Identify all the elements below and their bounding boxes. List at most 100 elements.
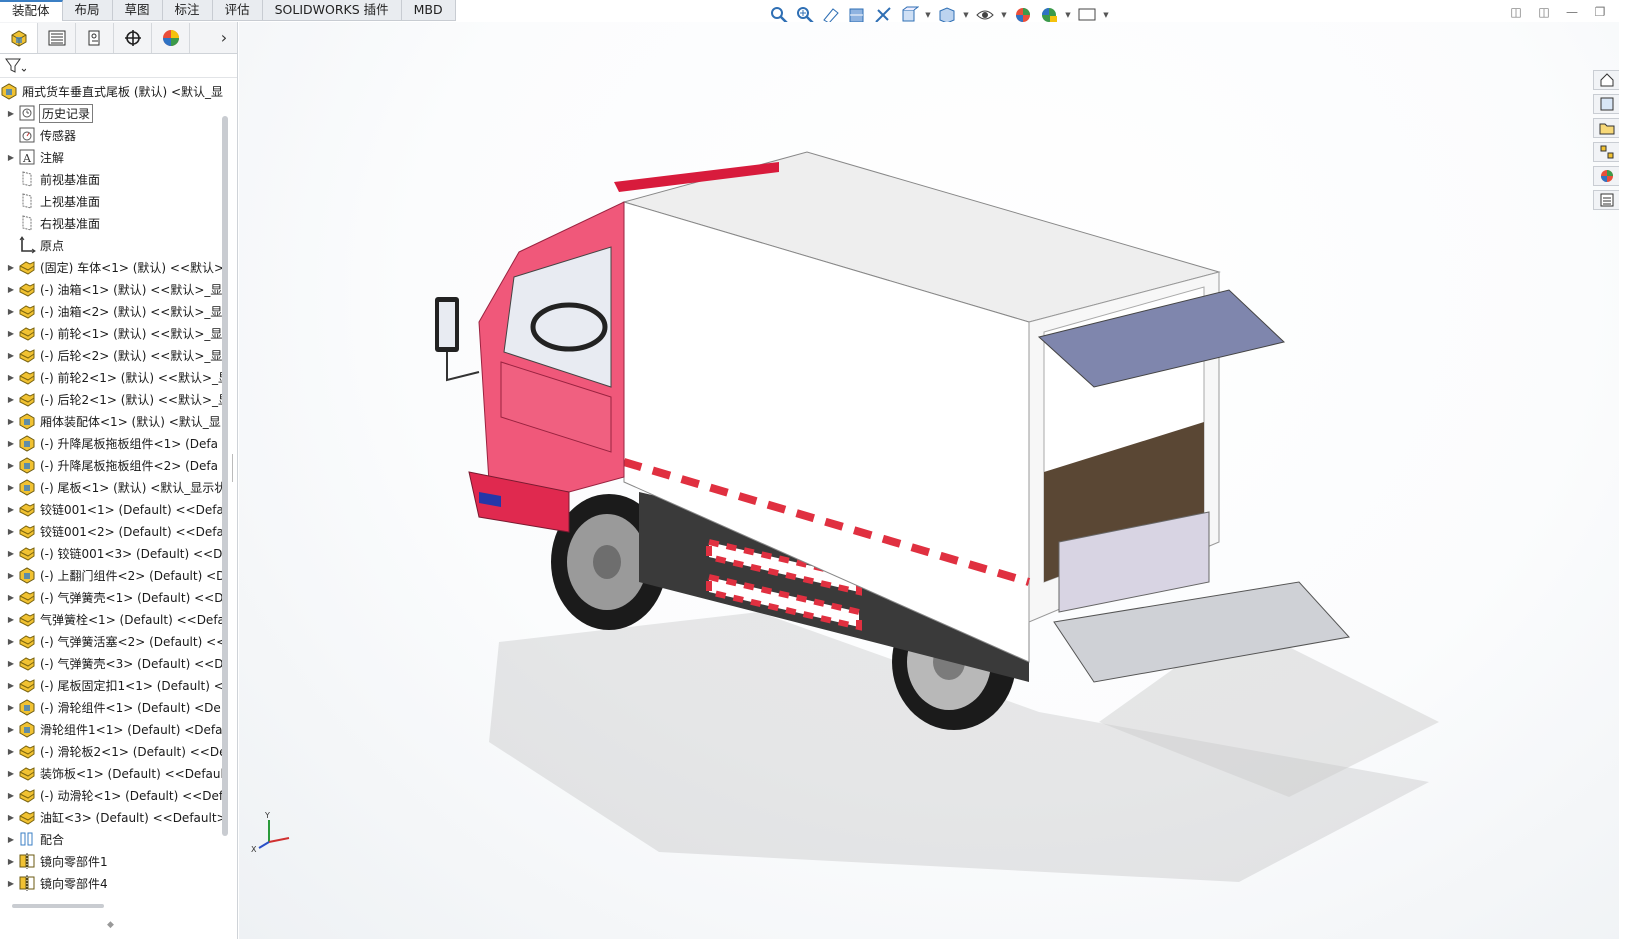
tree-item[interactable]: ▶ 油缸<3> (Default) <<Default> bbox=[0, 806, 226, 828]
expand-arrow-icon[interactable]: ▶ bbox=[4, 307, 18, 316]
tree-item[interactable]: 右视基准面 bbox=[0, 212, 226, 234]
expand-arrow-icon[interactable]: ▶ bbox=[4, 769, 18, 778]
tree-item[interactable]: ▶ 镜向零部件4 bbox=[0, 872, 226, 894]
configurationmanager-tab[interactable] bbox=[76, 22, 114, 53]
tree-item[interactable]: 传感器 bbox=[0, 124, 226, 146]
featuremanager-tab[interactable] bbox=[0, 22, 38, 53]
expand-arrow-icon[interactable]: ▶ bbox=[4, 395, 18, 404]
tree-item[interactable]: ▶ (-) 滑轮板2<1> (Default) <<De bbox=[0, 740, 226, 762]
tree-item[interactable]: ▶ (-) 后轮2<1> (默认) <<默认>_显 bbox=[0, 388, 226, 410]
expand-arrow-icon[interactable]: ▶ bbox=[4, 373, 18, 382]
tab-6[interactable]: MBD bbox=[402, 0, 456, 21]
expand-arrow-icon[interactable]: ▶ bbox=[4, 483, 18, 492]
tree-item[interactable]: ▶ (-) 油箱<1> (默认) <<默认>_显 bbox=[0, 278, 226, 300]
expand-arrow-icon[interactable]: ▶ bbox=[4, 615, 18, 624]
dimxpertmanager-tab[interactable] bbox=[114, 22, 152, 53]
tab-2[interactable]: 草图 bbox=[113, 0, 163, 21]
tree-item[interactable]: ▶ 气弹簧栓<1> (Default) <<Defa bbox=[0, 608, 226, 630]
expand-arrow-icon[interactable]: ▶ bbox=[4, 571, 18, 580]
view-palette-icon[interactable] bbox=[1593, 142, 1619, 162]
expand-arrow-icon[interactable]: ▶ bbox=[4, 329, 18, 338]
tree-item[interactable]: ▶ (-) 上翻门组件<2> (Default) <D bbox=[0, 564, 226, 586]
tree-item[interactable]: ▶ (-) 后轮<2> (默认) <<默认>_显 bbox=[0, 344, 226, 366]
panel-resize-handle[interactable]: ◆ bbox=[107, 920, 114, 930]
expand-arrow-icon[interactable]: ▶ bbox=[4, 153, 18, 162]
tile-left-icon[interactable]: ◫ bbox=[1508, 4, 1524, 20]
appearances-icon[interactable] bbox=[1593, 166, 1619, 186]
expand-arrow-icon[interactable]: ▶ bbox=[4, 857, 18, 866]
tree-item[interactable]: 原点 bbox=[0, 234, 226, 256]
expand-arrow-icon[interactable]: ▶ bbox=[4, 659, 18, 668]
tree-item[interactable]: ▶ 滑轮组件1<1> (Default) <Defa bbox=[0, 718, 226, 740]
tree-item[interactable]: 前视基准面 bbox=[0, 168, 226, 190]
propertymanager-tab[interactable] bbox=[38, 22, 76, 53]
expand-arrow-icon[interactable]: ▶ bbox=[4, 747, 18, 756]
expand-arrow-icon[interactable]: ▶ bbox=[4, 461, 18, 470]
panel-splitter[interactable] bbox=[232, 454, 238, 482]
solidworks-resources-icon[interactable] bbox=[1593, 70, 1619, 90]
tree-item[interactable]: ▶ 装饰板<1> (Default) <<Defaul bbox=[0, 762, 226, 784]
tree-item[interactable]: ▶ (-) 气弹簧壳<3> (Default) <<D bbox=[0, 652, 226, 674]
tab-5[interactable]: SOLIDWORKS 插件 bbox=[263, 0, 402, 21]
expand-arrow-icon[interactable]: ▶ bbox=[4, 725, 18, 734]
restore-icon[interactable]: ❐ bbox=[1592, 4, 1608, 20]
expand-arrow-icon[interactable]: ▶ bbox=[4, 835, 18, 844]
custom-properties-icon[interactable] bbox=[1593, 190, 1619, 210]
minimize-icon[interactable]: — bbox=[1564, 4, 1580, 20]
tree-item[interactable]: ▶ (-) 气弹簧活塞<2> (Default) << bbox=[0, 630, 226, 652]
file-explorer-icon[interactable] bbox=[1593, 118, 1619, 138]
tree-item[interactable]: ▶ (-) 升降尾板拖板组件<1> (Defa bbox=[0, 432, 226, 454]
tile-right-icon[interactable]: ◫ bbox=[1536, 4, 1552, 20]
tree-horizontal-scrollbar[interactable] bbox=[12, 904, 104, 908]
tree-root-assembly[interactable]: 厢式货车垂直式尾板 (默认) <默认_显 bbox=[0, 80, 226, 102]
tree-item[interactable]: ▶ (-) 铰链001<3> (Default) <<De bbox=[0, 542, 226, 564]
expand-arrow-icon[interactable]: ▶ bbox=[4, 681, 18, 690]
tree-item[interactable]: ▶ 历史记录 bbox=[0, 102, 226, 124]
design-library-icon[interactable] bbox=[1593, 94, 1619, 114]
tree-item[interactable]: ▶ 铰链001<2> (Default) <<Defa bbox=[0, 520, 226, 542]
expand-arrow-icon[interactable]: ▶ bbox=[4, 637, 18, 646]
tree-item[interactable]: ▶ (-) 滑轮组件<1> (Default) <De bbox=[0, 696, 226, 718]
expand-arrow-icon[interactable]: ▶ bbox=[4, 439, 18, 448]
expand-arrow-icon[interactable]: ▶ bbox=[4, 417, 18, 426]
tree-item[interactable]: ▶ (-) 气弹簧壳<1> (Default) <<D bbox=[0, 586, 226, 608]
tree-item[interactable]: ▶ (-) 尾板<1> (默认) <默认_显示状 bbox=[0, 476, 226, 498]
tree-item[interactable]: ▶ 厢体装配体<1> (默认) <默认_显 bbox=[0, 410, 226, 432]
tab-1[interactable]: 布局 bbox=[63, 0, 113, 21]
expand-arrow-icon[interactable]: ▶ bbox=[4, 351, 18, 360]
tree-item[interactable]: ▶ 铰链001<1> (Default) <<Defa bbox=[0, 498, 226, 520]
displaymanager-tab[interactable] bbox=[152, 22, 190, 53]
graphics-area[interactable]: Y X bbox=[239, 22, 1619, 939]
tab-3[interactable]: 标注 bbox=[163, 0, 213, 21]
expand-arrow-icon[interactable]: ▶ bbox=[4, 813, 18, 822]
tab-4[interactable]: 评估 bbox=[213, 0, 263, 21]
tree-item[interactable]: ▶ (-) 升降尾板拖板组件<2> (Defa bbox=[0, 454, 226, 476]
expand-arrow-icon[interactable]: ▶ bbox=[4, 703, 18, 712]
expand-arrow-icon[interactable]: ▶ bbox=[4, 263, 18, 272]
expand-arrow-icon[interactable]: ▶ bbox=[4, 527, 18, 536]
tree-item[interactable]: ▶ 配合 bbox=[0, 828, 226, 850]
expand-arrow-icon[interactable]: ▶ bbox=[4, 109, 18, 118]
tree-item[interactable]: ▶ 镜向零部件1 bbox=[0, 850, 226, 872]
expand-arrow-icon[interactable]: ▶ bbox=[4, 791, 18, 800]
tree-vertical-scrollbar[interactable] bbox=[222, 116, 228, 836]
expand-arrow-icon[interactable]: ▶ bbox=[4, 285, 18, 294]
tab-0[interactable]: 装配体 bbox=[0, 0, 63, 21]
truck-model-view[interactable]: Y X bbox=[239, 22, 1619, 939]
expand-arrow-icon[interactable]: ▶ bbox=[4, 879, 18, 888]
tree-item[interactable]: ▶ (-) 前轮<1> (默认) <<默认>_显 bbox=[0, 322, 226, 344]
tree-item[interactable]: ▶ (-) 动滑轮<1> (Default) <<Def bbox=[0, 784, 226, 806]
expand-arrow-icon[interactable]: ▶ bbox=[4, 505, 18, 514]
filter-icon[interactable] bbox=[4, 57, 26, 75]
expand-arrow-icon[interactable]: ▶ bbox=[4, 593, 18, 602]
expand-arrow-icon[interactable]: ▶ bbox=[4, 549, 18, 558]
tree-item[interactable]: ▶ (-) 油箱<2> (默认) <<默认>_显 bbox=[0, 300, 226, 322]
coordinate-triad bbox=[258, 820, 290, 849]
tree-item[interactable]: ▶ A 注解 bbox=[0, 146, 226, 168]
tree-item[interactable]: 上视基准面 bbox=[0, 190, 226, 212]
tree-item[interactable]: ▶ (-) 前轮2<1> (默认) <<默认>_显 bbox=[0, 366, 226, 388]
tree-item-label: 上视基准面 bbox=[40, 194, 101, 209]
expand-panel-icon[interactable]: › bbox=[211, 28, 237, 47]
tree-item[interactable]: ▶ (-) 尾板固定扣1<1> (Default) < bbox=[0, 674, 226, 696]
tree-item[interactable]: ▶ (固定) 车体<1> (默认) <<默认> bbox=[0, 256, 226, 278]
